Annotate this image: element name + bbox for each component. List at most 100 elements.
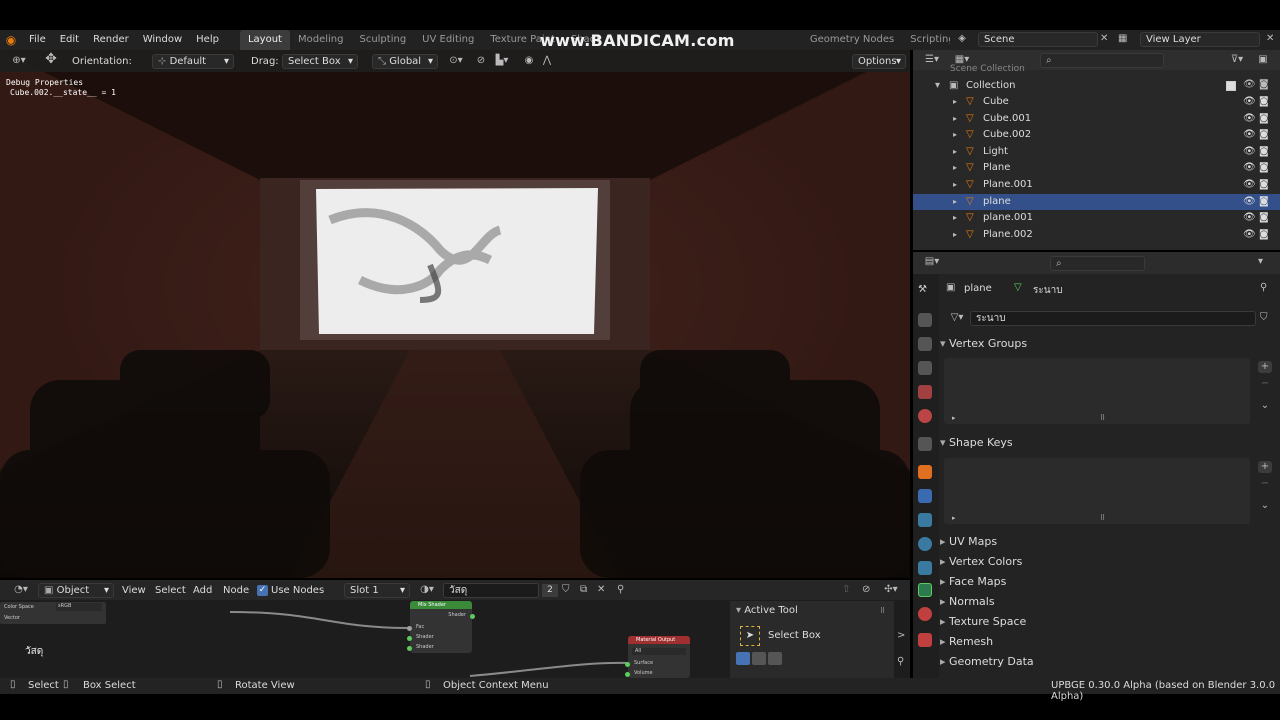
node-pin-icon[interactable]: ⚲ — [617, 584, 624, 596]
node-menu-node[interactable]: Node — [223, 585, 249, 596]
render-icon[interactable]: ◙ — [1259, 210, 1269, 226]
mix-shader-fac-socket[interactable] — [407, 626, 412, 631]
outliner-item[interactable]: ▸ ▽ Plane 👁 ◙ — [913, 160, 1280, 176]
render-icon[interactable]: ◙ — [1259, 94, 1269, 110]
visibility-icon[interactable]: 👁 — [1243, 177, 1256, 193]
output-tab-icon[interactable] — [918, 337, 932, 351]
vertex-groups-resize-handle[interactable]: ⠿ — [1100, 412, 1105, 424]
transform-orientation-dropdown[interactable]: ⤡ Global ▾ — [372, 54, 438, 69]
visibility-icon[interactable]: 👁 — [1243, 127, 1256, 143]
parent-node-tree-icon[interactable]: ⇧ — [842, 584, 850, 596]
duplicate-material-icon[interactable]: ⧉ — [580, 584, 587, 596]
object-tab-icon[interactable] — [918, 465, 932, 479]
orientation-dropdown[interactable]: ⊹ Default ▾ — [152, 54, 234, 69]
viewport-3d[interactable]: Debug Properties Cube.002.__state__ = 1 — [0, 50, 910, 578]
node-menu-select[interactable]: Select — [155, 585, 186, 596]
modifiers-tab-icon[interactable] — [918, 489, 932, 503]
image-node-color-space-value[interactable]: sRGB — [56, 603, 102, 611]
outliner-item-label[interactable]: Light — [983, 144, 1008, 160]
editor-type-icon[interactable]: ⊕▾ — [10, 55, 28, 67]
material-output-target[interactable]: All — [632, 648, 686, 655]
sidebar-view-icon[interactable]: ⚲ — [897, 656, 904, 668]
panel-header[interactable]: ▸ Texture Space — [940, 615, 1026, 628]
render-icon[interactable]: ◙ — [1259, 194, 1269, 210]
shader-type-dropdown[interactable]: ▣ Object ▾ — [38, 583, 114, 598]
outliner-item-label[interactable]: Cube — [983, 94, 1009, 110]
view-layer-selector[interactable]: View Layer — [1140, 32, 1260, 47]
properties-options-icon[interactable]: ▾ — [1258, 256, 1263, 268]
options-dropdown[interactable]: Options ▾ — [852, 54, 906, 69]
visibility-icon[interactable]: 👁 — [1243, 111, 1256, 127]
mix-shader-input-socket-1[interactable] — [407, 636, 412, 641]
new-collection-icon[interactable]: ▣ — [1256, 54, 1270, 66]
tab-layout[interactable]: Layout — [239, 30, 290, 50]
menu-help[interactable]: Help — [189, 30, 226, 50]
outliner-item[interactable]: ▸ ▽ Light 👁 ◙ — [913, 144, 1280, 160]
transform-gizmo-icon[interactable]: ✥ — [42, 52, 60, 66]
shape-keys-expand-icon[interactable]: ▸ — [952, 512, 956, 524]
scene-selector[interactable]: Scene — [978, 32, 1098, 47]
render-icon[interactable]: ◙ — [1259, 127, 1269, 143]
visibility-icon[interactable]: 👁 — [1243, 144, 1256, 160]
active-tool-drag-handle[interactable]: ⠿ — [880, 605, 885, 617]
material-name-field[interactable]: วัสดุ — [443, 583, 539, 598]
outliner-collection-row[interactable]: ▾ ▣ Collection 👁 ◙ — [913, 78, 1280, 94]
filter-icon[interactable]: ⊽▾ — [1228, 54, 1246, 66]
shape-keys-list[interactable] — [944, 458, 1250, 524]
scene-icon[interactable]: ◈ — [955, 33, 969, 45]
pin-icon[interactable]: ⚲ — [1260, 282, 1267, 294]
outliner-item-label[interactable]: Cube.001 — [983, 111, 1031, 127]
collection-tab-icon[interactable] — [918, 437, 932, 451]
visibility-icon[interactable]: 👁 — [1243, 94, 1256, 110]
particles-tab-icon[interactable] — [918, 513, 932, 527]
render-tab-icon[interactable] — [918, 313, 932, 327]
blender-logo-icon[interactable]: ◉ — [0, 34, 22, 46]
surface-socket[interactable] — [625, 662, 630, 667]
panel-header[interactable]: ▸ UV Maps — [940, 535, 997, 548]
panel-header[interactable]: ▸ Normals — [940, 595, 995, 608]
menu-edit[interactable]: Edit — [53, 30, 86, 50]
vertex-groups-list[interactable] — [944, 358, 1250, 424]
menu-window[interactable]: Window — [136, 30, 189, 50]
use-nodes-checkbox[interactable]: ✓ — [257, 585, 268, 596]
outliner-item-label[interactable]: Plane.001 — [983, 177, 1033, 193]
physics-tab-icon[interactable] — [918, 537, 932, 551]
render-icon[interactable]: ◙ — [1259, 177, 1269, 193]
active-tool-header[interactable]: ▾ Active Tool — [736, 605, 798, 616]
scene-close-icon[interactable]: ✕ — [1100, 33, 1108, 45]
sidebar-toggle-icon[interactable]: > — [897, 630, 905, 642]
outliner-type-icon[interactable]: ☰▾ — [920, 54, 944, 66]
expand-arrow-icon[interactable]: ▸ — [953, 144, 957, 160]
select-mode-subtract-icon[interactable] — [768, 652, 782, 665]
add-shape-key-icon[interactable]: + — [1258, 461, 1272, 473]
material-tab-icon[interactable] — [918, 607, 932, 621]
expand-arrow-icon[interactable]: ▸ — [953, 94, 957, 110]
vertex-groups-expand-icon[interactable]: ▸ — [952, 412, 956, 424]
panel-header[interactable]: ▸ Geometry Data — [940, 655, 1034, 668]
scene-tab-icon[interactable] — [918, 385, 932, 399]
view-layer-tab-icon[interactable] — [918, 361, 932, 375]
expand-arrow-icon[interactable]: ▸ — [953, 210, 957, 226]
menu-render[interactable]: Render — [86, 30, 136, 50]
properties-search-input[interactable]: ⌕ — [1050, 256, 1145, 271]
volume-socket[interactable] — [625, 672, 630, 677]
mix-shader-input-socket-2[interactable] — [407, 646, 412, 651]
drag-dropdown[interactable]: Select Box ▾ — [282, 54, 358, 69]
render-icon[interactable]: ◙ — [1259, 227, 1269, 243]
expand-arrow-icon[interactable]: ▸ — [953, 227, 957, 243]
mesh-browse-icon[interactable]: ▽▾ — [946, 312, 968, 324]
tab-uv-editing[interactable]: UV Editing — [414, 30, 482, 50]
panel-header[interactable]: ▸ Vertex Colors — [940, 555, 1022, 568]
menu-file[interactable]: File — [22, 30, 53, 50]
material-user-count[interactable]: 2 — [542, 584, 558, 597]
vertex-groups-panel-header[interactable]: ▾ Vertex Groups — [940, 337, 1027, 350]
collection-checkbox[interactable] — [1226, 81, 1236, 91]
mix-shader-node[interactable]: Mix Shader Shader Fac Shader Shader — [407, 601, 475, 653]
shape-keys-resize-handle[interactable]: ⠿ — [1100, 512, 1105, 524]
visibility-icon[interactable]: 👁 — [1243, 194, 1256, 210]
material-browse-icon[interactable]: ◑▾ — [416, 584, 438, 596]
select-mode-extend-icon[interactable] — [752, 652, 766, 665]
snap-node-element-icon[interactable]: ✣▾ — [880, 584, 902, 596]
proportional-edit-icon[interactable]: ◉ — [522, 55, 536, 67]
render-icon[interactable]: ◙ — [1259, 160, 1269, 176]
